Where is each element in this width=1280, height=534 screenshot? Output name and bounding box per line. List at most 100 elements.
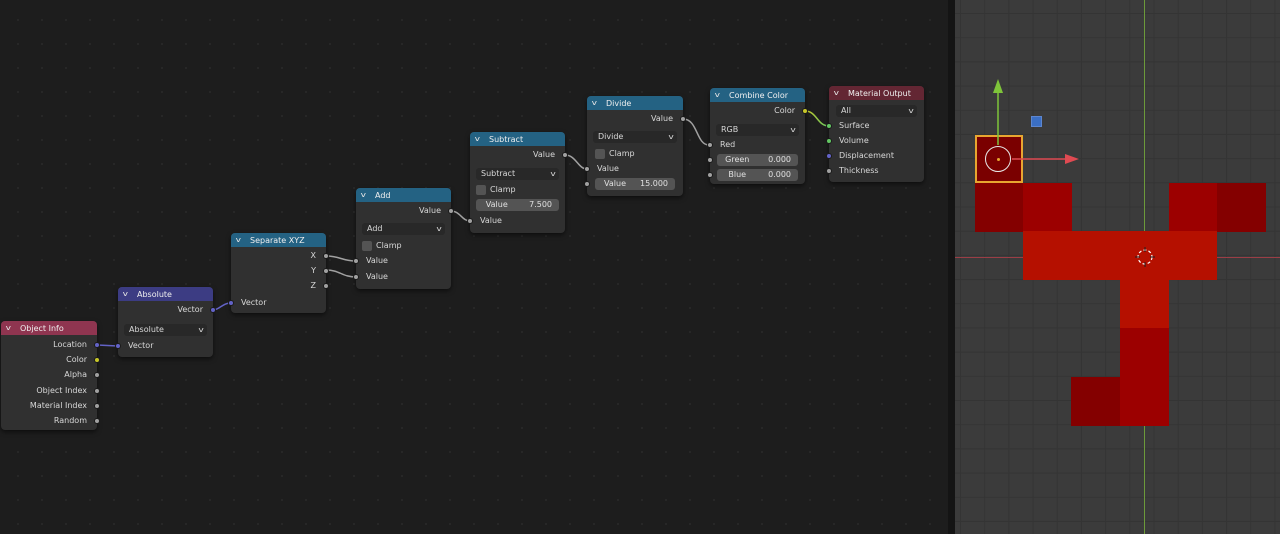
socket[interactable] — [707, 172, 713, 178]
output-vector: Vector — [118, 303, 216, 317]
chevron-down-icon[interactable]: v — [475, 135, 487, 143]
object-info-header[interactable]: v Object Info — [1, 321, 97, 335]
socket[interactable] — [353, 258, 359, 264]
chevron-down-icon[interactable]: v — [834, 89, 846, 97]
socket[interactable] — [94, 403, 100, 409]
socket-label: Value — [419, 206, 441, 215]
output-z: Z — [231, 279, 329, 293]
combine-color-header[interactable]: v Combine Color — [710, 88, 805, 102]
divide-header[interactable]: v Divide — [587, 96, 683, 110]
socket[interactable] — [115, 343, 121, 349]
checkbox-box[interactable] — [362, 241, 372, 251]
field-value: 0.000 — [768, 170, 791, 179]
socket-label: X — [310, 251, 316, 260]
output-color: Color — [710, 104, 808, 118]
socket-label: Vector — [177, 305, 204, 314]
operation-dropdown[interactable]: Absolute v — [124, 324, 207, 336]
clamp-checkbox[interactable]: Clamp — [476, 184, 516, 196]
socket-label: Location — [53, 340, 87, 349]
socket[interactable] — [467, 218, 473, 224]
3d-cursor-icon[interactable] — [1135, 247, 1155, 267]
input-thickness: Thickness — [826, 164, 924, 178]
operation-dropdown[interactable]: Subtract v — [476, 168, 559, 180]
material-output-node[interactable]: v Material Output All v Surface Volume Di… — [826, 86, 924, 182]
socket[interactable] — [94, 388, 100, 394]
input-value: Value — [467, 214, 565, 228]
subtract-node[interactable]: v Subtract Value Subtract v Clamp Value 7.… — [467, 132, 568, 233]
target-dropdown[interactable]: All v — [836, 105, 917, 117]
3d-viewport[interactable] — [955, 0, 1280, 534]
socket[interactable] — [826, 168, 832, 174]
absolute-header[interactable]: v Absolute — [118, 287, 213, 301]
input-red: Red — [707, 138, 805, 152]
separate-xyz-node[interactable]: v Separate XYZ X Y Z Vector — [228, 233, 329, 313]
value-field[interactable]: Value 7.500 — [476, 199, 559, 211]
socket[interactable] — [826, 138, 832, 144]
socket[interactable] — [707, 142, 713, 148]
socket[interactable] — [323, 253, 329, 259]
add-node[interactable]: v Add Value Add v Clamp Value Value — [353, 188, 454, 289]
operation-dropdown[interactable]: Divide v — [593, 131, 677, 143]
checkbox-label: Clamp — [609, 149, 635, 158]
socket[interactable] — [323, 283, 329, 289]
output-value: Value — [587, 112, 686, 126]
socket[interactable] — [94, 372, 100, 378]
socket[interactable] — [210, 307, 216, 313]
operation-dropdown[interactable]: Add v — [362, 223, 445, 235]
socket[interactable] — [562, 152, 568, 158]
chevron-down-icon[interactable]: v — [6, 324, 18, 332]
value-field[interactable]: Value 15.000 — [584, 178, 675, 190]
dropdown-value: All — [841, 106, 851, 115]
socket[interactable] — [94, 357, 100, 363]
socket[interactable] — [94, 418, 100, 424]
socket-label: Color — [774, 106, 795, 115]
socket-label: Red — [720, 140, 736, 149]
subtract-header[interactable]: v Subtract — [470, 132, 565, 146]
node-editor[interactable]: v Object Info Location Color Alpha Objec… — [0, 0, 948, 534]
node-title: Object Info — [20, 323, 64, 333]
socket[interactable] — [680, 116, 686, 122]
field-value: 15.000 — [640, 179, 668, 188]
gizmo-y-arrowhead[interactable] — [993, 79, 1003, 93]
socket[interactable] — [323, 268, 329, 274]
add-header[interactable]: v Add — [356, 188, 451, 202]
area-divider[interactable] — [948, 0, 955, 534]
socket[interactable] — [448, 208, 454, 214]
link-y-add — [325, 269, 357, 278]
socket-label: Thickness — [839, 166, 879, 175]
socket[interactable] — [826, 123, 832, 129]
socket[interactable] — [707, 157, 713, 163]
node-title: Separate XYZ — [250, 235, 305, 245]
socket[interactable] — [353, 274, 359, 280]
combine-color-node[interactable]: v Combine Color Color RGB v Red Green 0.00… — [707, 88, 808, 184]
blue-field[interactable]: Blue 0.000 — [707, 169, 798, 181]
socket[interactable] — [826, 153, 832, 159]
checkbox-box[interactable] — [595, 149, 605, 159]
node-title: Material Output — [848, 88, 911, 98]
absolute-node[interactable]: v Absolute Vector Absolute v Vector — [115, 287, 216, 357]
chevron-down-icon[interactable]: v — [236, 236, 248, 244]
divide-node[interactable]: v Divide Value Divide v Clamp Value Value… — [584, 96, 686, 196]
socket-label: Displacement — [839, 151, 894, 160]
object-info-node[interactable]: v Object Info Location Color Alpha Objec… — [1, 321, 100, 430]
socket[interactable] — [228, 300, 234, 306]
socket[interactable] — [584, 166, 590, 172]
chevron-down-icon[interactable]: v — [715, 91, 727, 99]
chevron-down-icon: v — [436, 225, 442, 233]
chevron-down-icon[interactable]: v — [361, 191, 373, 199]
socket[interactable] — [802, 108, 808, 114]
chevron-down-icon: v — [668, 133, 674, 141]
clamp-checkbox[interactable]: Clamp — [595, 148, 635, 160]
checkbox-box[interactable] — [476, 185, 486, 195]
gizmo-z-handle[interactable] — [1031, 116, 1042, 127]
separate-xyz-header[interactable]: v Separate XYZ — [231, 233, 326, 247]
material-output-header[interactable]: v Material Output — [829, 86, 924, 100]
socket[interactable] — [584, 181, 590, 187]
clamp-checkbox[interactable]: Clamp — [362, 240, 402, 252]
socket[interactable] — [94, 342, 100, 348]
chevron-down-icon[interactable]: v — [592, 99, 604, 107]
green-field[interactable]: Green 0.000 — [707, 154, 798, 166]
mode-dropdown[interactable]: RGB v — [716, 124, 799, 136]
gizmo-x-arrowhead[interactable] — [1065, 154, 1079, 164]
chevron-down-icon[interactable]: v — [123, 290, 135, 298]
